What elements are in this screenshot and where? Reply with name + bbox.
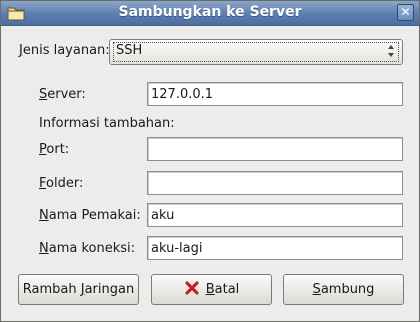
close-button[interactable]: ✕	[397, 4, 414, 21]
server-input[interactable]: 127.0.0.1	[147, 82, 403, 106]
window-title: Sambungkan ke Server	[118, 4, 302, 20]
connection-name-label: Nama koneksi:	[39, 241, 136, 256]
browse-network-button[interactable]: Rambah Jaringan	[18, 274, 139, 305]
service-type-select[interactable]: SSH	[109, 39, 403, 65]
focus-ring	[113, 42, 399, 62]
cancel-x-icon	[185, 281, 199, 295]
user-name-label: Nama Pemakai:	[39, 208, 141, 223]
additional-info-heading: Informasi tambahan:	[39, 116, 175, 131]
connection-name-input-value: aku-lagi	[151, 241, 203, 256]
server-label: Server:	[39, 87, 86, 102]
connection-name-input[interactable]: aku-lagi	[147, 236, 403, 260]
connect-button[interactable]: Sambung	[283, 274, 404, 305]
title-bar[interactable]: Sambungkan ke Server ✕	[1, 1, 419, 26]
connect-to-server-dialog: Sambungkan ke Server ✕ Jenis layanan: SS…	[0, 0, 420, 322]
close-icon: ✕	[400, 5, 411, 19]
port-input[interactable]	[147, 137, 403, 161]
folder-label: Folder:	[39, 176, 84, 191]
user-name-input-value: aku	[151, 208, 175, 223]
server-input-value: 127.0.0.1	[151, 87, 214, 102]
user-name-input[interactable]: aku	[147, 203, 403, 227]
cancel-button[interactable]: Batal	[151, 274, 272, 305]
service-type-value: SSH	[116, 43, 143, 58]
port-label: Port:	[39, 142, 70, 157]
up-down-arrows-icon	[388, 45, 394, 57]
folder-input[interactable]	[147, 171, 403, 195]
service-type-label: Jenis layanan:	[19, 43, 110, 58]
